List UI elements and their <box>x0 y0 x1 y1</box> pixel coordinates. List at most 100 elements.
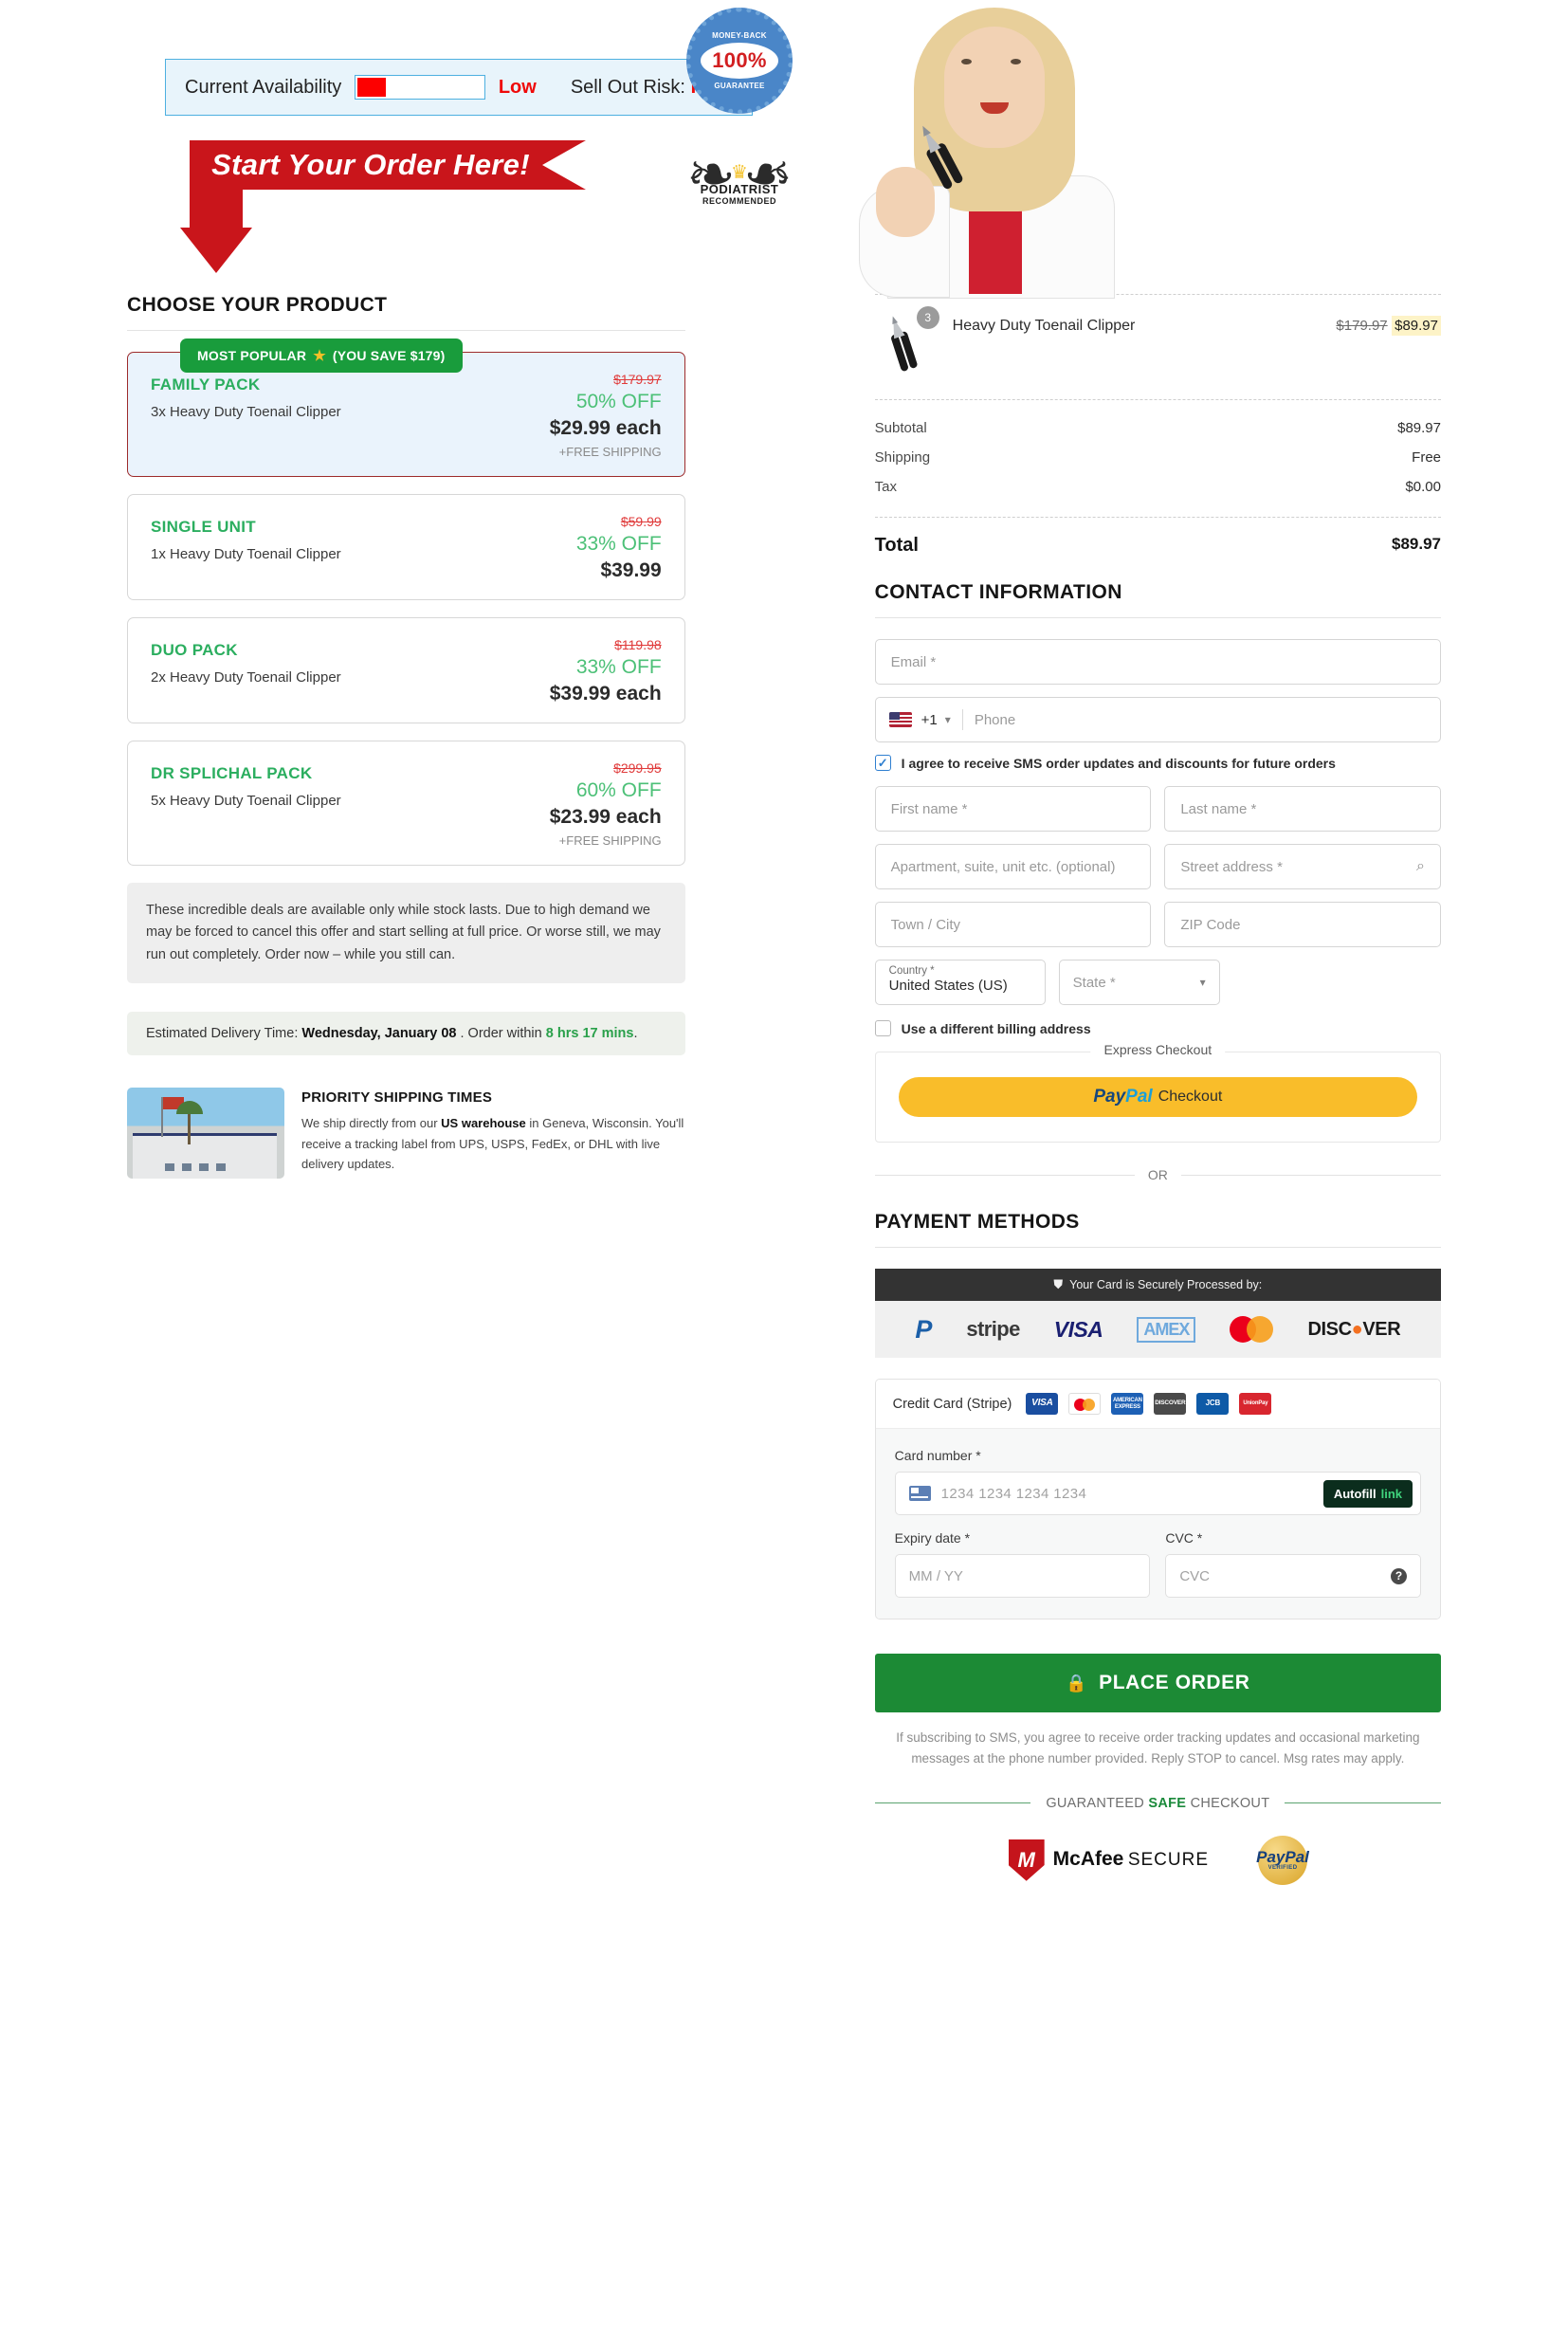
product-card-duo-pack[interactable]: DUO PACK 2x Heavy Duty Toenail Clipper $… <box>127 617 685 723</box>
paypal-logo-pal: Pal <box>1125 1087 1153 1107</box>
cvc-field[interactable]: CVC ? <box>1165 1554 1422 1598</box>
product-shipping-note: +FREE SHIPPING <box>558 445 662 459</box>
zip-field[interactable]: ZIP Code <box>1164 902 1442 947</box>
street-address-placeholder: Street address * <box>1180 858 1283 875</box>
country-select[interactable]: Country * United States (US) <box>874 960 1046 1005</box>
warehouse-building <box>133 1133 277 1180</box>
availability-label: Current Availability <box>185 76 342 98</box>
warehouse-photo <box>127 1088 284 1180</box>
credit-card-header[interactable]: Credit Card (Stripe) VISA AMERICAN EXPRES… <box>875 1380 1440 1429</box>
payment-methods-heading: PAYMENT METHODS <box>874 1211 1080 1233</box>
or-separator: OR <box>874 1167 1442 1182</box>
sms-consent-row[interactable]: I agree to receive SMS order updates and… <box>874 755 1441 771</box>
safe-post: CHECKOUT <box>1190 1795 1270 1811</box>
billing-address-label: Use a different billing address <box>901 1020 1091 1036</box>
billing-address-row[interactable]: Use a different billing address <box>874 1020 1441 1036</box>
trust-badges-row: M McAfee SECURE PayPal VERIFIED <box>875 1835 1441 1885</box>
chevron-down-icon[interactable]: ▾ <box>1200 976 1206 989</box>
place-order-label: PLACE ORDER <box>1099 1672 1250 1693</box>
visa-card-icon: VISA <box>1026 1393 1059 1415</box>
card-number-field[interactable]: 1234 1234 1234 1234 Autofill link <box>894 1472 1421 1515</box>
product-discount: 50% OFF <box>575 391 662 412</box>
mcafee-name: McAfee <box>1052 1847 1124 1870</box>
safe-line-left <box>874 1802 1031 1804</box>
safe-checkout-text: GUARANTEED SAFE CHECKOUT <box>1046 1796 1269 1811</box>
city-field[interactable]: Town / City <box>874 902 1152 947</box>
credit-card-panel: Credit Card (Stripe) VISA AMERICAN EXPRES… <box>874 1379 1441 1619</box>
product-title: FAMILY PACK <box>151 375 261 393</box>
order-shipping-label: Shipping <box>874 449 931 466</box>
product-discount: 60% OFF <box>575 779 662 801</box>
money-back-top-text: MONEY-BACK <box>712 31 767 40</box>
order-summary: 3 Heavy Duty Toenail Clipper $179.97 $89… <box>874 294 1441 581</box>
start-order-banner: Start Your Order Here! <box>190 140 586 190</box>
doctor-photo <box>810 0 1170 299</box>
product-old-price: $59.99 <box>620 514 662 529</box>
most-popular-badge: MOST POPULAR ★ (YOU SAVE $179) <box>180 338 463 373</box>
product-old-price: $299.95 <box>613 760 662 776</box>
sms-consent-checkbox[interactable] <box>874 755 891 771</box>
laurel-left-icon: ❧ <box>686 142 736 208</box>
palm-frond <box>176 1101 203 1115</box>
autofill-link-label: link <box>1380 1486 1402 1501</box>
billing-address-checkbox[interactable] <box>874 1020 891 1036</box>
availability-status: Low <box>498 76 537 98</box>
product-old-price: $119.98 <box>614 637 662 652</box>
help-icon[interactable]: ? <box>1391 1567 1408 1584</box>
first-name-field[interactable]: First name * <box>874 786 1152 832</box>
or-line-right <box>1180 1174 1442 1176</box>
availability-meter <box>355 75 485 100</box>
order-subtotal-row: Subtotal $89.97 <box>875 413 1441 443</box>
mcafee-shield-icon: M <box>1008 1839 1045 1881</box>
toenail-clipper-icon <box>922 125 963 190</box>
choose-product-heading: CHOOSE YOUR PRODUCT <box>127 294 388 316</box>
street-address-field[interactable]: Street address * ⌕ <box>1164 844 1442 889</box>
product-card-dr-splichal-pack[interactable]: DR SPLICHAL PACK 5x Heavy Duty Toenail C… <box>127 741 685 866</box>
product-price: $39.99 each <box>549 683 662 704</box>
product-card-single-unit[interactable]: SINGLE UNIT 1x Heavy Duty Toenail Clippe… <box>127 494 685 600</box>
product-shipping-note: +FREE SHIPPING <box>558 833 662 848</box>
paypal-verified-label: VERIFIED <box>1267 1865 1298 1872</box>
apartment-placeholder: Apartment, suite, unit etc. (optional) <box>890 858 1116 875</box>
unionpay-card-icon: UnionPay <box>1239 1393 1272 1415</box>
contact-information-divider <box>874 617 1441 618</box>
most-popular-label: MOST POPULAR <box>197 348 307 363</box>
lock-icon: 🔒 <box>1066 1673 1088 1692</box>
phone-field[interactable]: +1 ▾ Phone <box>874 697 1441 742</box>
eta-prefix: Estimated Delivery Time: <box>146 1026 299 1042</box>
country-code-value: +1 <box>921 711 938 728</box>
state-placeholder: State * <box>1072 974 1116 991</box>
last-name-placeholder: Last name * <box>1180 800 1257 817</box>
city-placeholder: Town / City <box>890 916 961 933</box>
product-card-list: MOST POPULAR ★ (YOU SAVE $179) FAMILY PA… <box>127 338 685 866</box>
place-order-button[interactable]: 🔒 PLACE ORDER <box>874 1654 1441 1712</box>
chevron-down-icon[interactable]: ▾ <box>945 713 951 726</box>
choose-product-divider <box>127 330 685 331</box>
warehouse-window <box>182 1163 191 1172</box>
autofill-label: Autofill <box>1333 1486 1377 1501</box>
estimated-delivery-banner: Estimated Delivery Time: Wednesday, Janu… <box>127 1012 685 1056</box>
order-tax-row: Tax $0.00 <box>875 472 1441 502</box>
doctor-eye-left <box>961 59 972 64</box>
express-checkout-legend: Express Checkout <box>1090 1042 1226 1057</box>
autofill-link-button[interactable]: Autofill link <box>1322 1479 1413 1508</box>
paypal-verified-badge: PayPal VERIFIED <box>1256 1835 1309 1885</box>
email-field[interactable]: Email * <box>874 639 1441 685</box>
order-total-label: Total <box>874 535 919 556</box>
shield-lock-icon: ⛊ <box>1053 1277 1064 1291</box>
last-name-field[interactable]: Last name * <box>1164 786 1442 832</box>
eta-countdown: 8 hrs 17 mins <box>545 1026 634 1042</box>
expiry-field[interactable]: MM / YY <box>894 1554 1151 1598</box>
first-name-placeholder: First name * <box>890 800 968 817</box>
order-subtotal-value: $89.97 <box>1397 420 1441 436</box>
state-select[interactable]: State * ▾ <box>1058 960 1220 1005</box>
search-icon[interactable]: ⌕ <box>1416 858 1425 875</box>
paypal-checkout-button[interactable]: PayPal Checkout <box>898 1077 1417 1117</box>
warehouse-window <box>165 1163 174 1172</box>
secure-processing-text: Your Card is Securely Processed by: <box>1069 1278 1263 1291</box>
apartment-field[interactable]: Apartment, suite, unit etc. (optional) <box>874 844 1152 889</box>
card-number-placeholder: 1234 1234 1234 1234 <box>940 1485 1087 1502</box>
guaranteed-safe-checkout: GUARANTEED SAFE CHECKOUT <box>874 1796 1441 1811</box>
product-column: CHOOSE YOUR PRODUCT MOST POPULAR ★ (YOU … <box>127 294 685 1885</box>
cvc-label: CVC * <box>1165 1530 1203 1546</box>
